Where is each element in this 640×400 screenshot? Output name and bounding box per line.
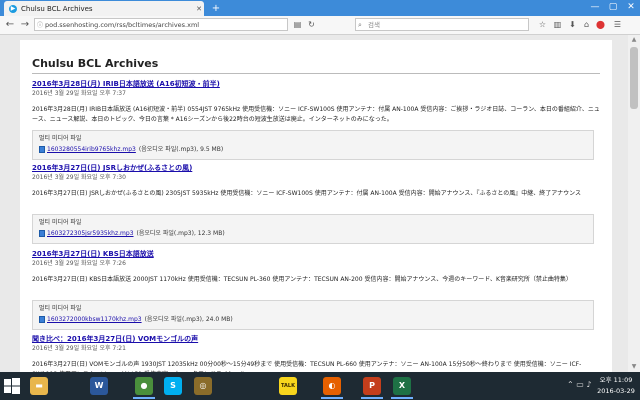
address-bar[interactable]: ⓘ pod.ssenhosting.com/rss/bcltimes/archi…	[34, 18, 288, 31]
media-file-meta: (음오디오 파일(.mp3), 9.5 MB)	[138, 146, 224, 153]
page-title: Chulsu BCL Archives	[32, 57, 159, 70]
search-placeholder: 검색	[368, 21, 380, 29]
new-tab-button[interactable]: +	[210, 3, 222, 14]
info-icon: ⓘ	[37, 22, 44, 29]
clock-time: 오후 11:09	[599, 376, 633, 384]
menu-icon[interactable]: ☰	[611, 18, 624, 31]
tab-title: Chulsu BCL Archives	[21, 4, 93, 13]
firefox-icon[interactable]: ◐	[323, 377, 341, 395]
system-tray-icons[interactable]: ⌃ ▭ ♪	[567, 380, 591, 389]
clock[interactable]: 오후 11:09 2016-03-29	[595, 375, 637, 397]
entry-date: 2016년 3월 29일 화요일 오후 7:21	[32, 345, 126, 352]
audio-file-icon	[39, 146, 45, 153]
media-icon[interactable]: ◎	[194, 377, 212, 395]
close-tab-icon[interactable]: ✕	[194, 5, 204, 13]
entry-description: 2016年3月27日(日) VOMモンゴルの声 1930JST 12035kHz…	[32, 361, 582, 372]
skype-icon[interactable]: S	[164, 377, 182, 395]
library-icon[interactable]: ▥	[551, 18, 564, 31]
entry-title-link[interactable]: 2016年3月27日(日) JSRしおかぜ(ふるさとの風)	[32, 163, 600, 173]
media-box: 멀티 미디어 파일 1603272305jsr5935khz.mp3 (음오디오…	[32, 214, 594, 244]
entry-title-link[interactable]: 2016年3月28日(月) IRIB日本語放送 (A16初短波・前半)	[32, 79, 600, 89]
media-file-link[interactable]: 1603272305jsr5935khz.mp3	[47, 228, 134, 239]
scroll-down-icon[interactable]: ▼	[628, 362, 640, 372]
active-app-indicator	[391, 397, 413, 399]
bookmark-star-icon[interactable]: ☆	[536, 18, 549, 31]
media-box: 멀티 미디어 파일 1603272000kbsw1170khz.mp3 (음오디…	[32, 300, 594, 330]
media-file-link[interactable]: 1603280554irib9765khz.mp3	[47, 144, 136, 155]
page-viewport: Chulsu BCL Archives 2016年3月28日(月) IRIB日本…	[0, 35, 628, 372]
file-explorer-icon[interactable]: ▬	[30, 377, 48, 395]
media-box: 멀티 미디어 파일 1603280554irib9765khz.mp3 (음오디…	[32, 130, 594, 160]
media-label: 멀티 미디어 파일	[39, 135, 82, 142]
download-icon[interactable]: ⬇	[566, 18, 579, 31]
entry-description: 2016年3月28日(月) IRIB日本語放送 (A16初短波・前半) 0554…	[32, 106, 600, 123]
reader-icon[interactable]: ▤	[291, 18, 304, 31]
taskbar: ▬ W ● S ◎ TALK ◐ P X ⌃ ▭ ♪ 오후 11:09 2016-03-29	[0, 372, 640, 400]
home-icon[interactable]: ⌂	[580, 18, 593, 31]
media-label: 멀티 미디어 파일	[39, 305, 82, 312]
maximize-icon[interactable]: ▢	[604, 0, 622, 14]
entry-title-link[interactable]: 聞き比べ：2016年3月27日(日) VOMモンゴルの声	[32, 334, 600, 344]
tab-active[interactable]: ▶ Chulsu BCL Archives ✕	[4, 1, 204, 16]
search-icon: ⌕	[358, 21, 362, 29]
entry-date: 2016년 3월 29일 화요일 오후 7:30	[32, 174, 126, 181]
entry: 聞き比べ：2016年3月27日(日) VOMモンゴルの声 2016년 3월 29…	[32, 334, 600, 372]
audio-file-icon	[39, 316, 45, 323]
reload-icon[interactable]: ↻	[305, 18, 318, 31]
title-divider	[32, 73, 600, 74]
media-file-link[interactable]: 1603272000kbsw1170khz.mp3	[47, 314, 142, 325]
excel-icon[interactable]: X	[393, 377, 411, 395]
media-file-meta: (음오디오 파일(.mp3), 24.0 MB)	[144, 316, 233, 323]
podcast-icon: ▶	[9, 4, 17, 13]
active-app-indicator	[133, 397, 155, 399]
kakaotalk-icon[interactable]: TALK	[279, 377, 297, 395]
adblock-icon[interactable]: ⬤	[594, 18, 607, 31]
clock-date: 2016-03-29	[597, 387, 635, 395]
scrollbar-thumb[interactable]	[630, 47, 638, 109]
vertical-scrollbar[interactable]: ▲ ▼	[628, 35, 640, 372]
media-label: 멀티 미디어 파일	[39, 219, 82, 226]
windows-start-icon[interactable]	[4, 378, 20, 394]
search-input[interactable]: ⌕ 검색	[355, 18, 529, 31]
powerpoint-icon[interactable]: P	[363, 377, 381, 395]
chrome-icon[interactable]: ●	[135, 377, 153, 395]
active-app-indicator	[361, 397, 383, 399]
word-icon[interactable]: W	[90, 377, 108, 395]
entry-description: 2016年3月27日(日) JSRしおかぜ(ふるさとの風) 2305JST 59…	[32, 190, 582, 197]
entry-description: 2016年3月27日(日) KBS日本語放送 2000JST 1170kHz 使…	[32, 276, 572, 283]
entry-title-link[interactable]: 2016年3月27日(日) KBS日本語放送	[32, 249, 600, 259]
forward-button[interactable]: →	[18, 18, 32, 32]
entry-date: 2016년 3월 29일 화요일 오후 7:26	[32, 260, 126, 267]
url-text: pod.ssenhosting.com/rss/bcltimes/archive…	[45, 21, 200, 29]
minimize-icon[interactable]: —	[586, 0, 604, 14]
entry: 2016年3月27日(日) JSRしおかぜ(ふるさとの風) 2016년 3월 2…	[32, 163, 600, 244]
audio-file-icon	[39, 230, 45, 237]
entry-date: 2016년 3월 29일 화요일 오후 7:37	[32, 90, 126, 97]
entry: 2016年3月28日(月) IRIB日本語放送 (A16初短波・前半) 2016…	[32, 79, 600, 160]
media-file-meta: (음오디오 파일(.mp3), 12.3 MB)	[136, 230, 225, 237]
browser-window: ▶ Chulsu BCL Archives ✕ + — ▢ ✕ ← → ⓘ po…	[0, 0, 640, 372]
entry: 2016年3月27日(日) KBS日本語放送 2016년 3월 29일 화요일 …	[32, 249, 600, 330]
archive-page: Chulsu BCL Archives 2016年3月28日(月) IRIB日本…	[20, 40, 612, 372]
scroll-up-icon[interactable]: ▲	[628, 35, 640, 45]
nav-bar: ← → ⓘ pod.ssenhosting.com/rss/bcltimes/a…	[0, 16, 640, 35]
active-app-indicator	[321, 397, 343, 399]
back-button[interactable]: ←	[3, 18, 17, 32]
close-window-icon[interactable]: ✕	[622, 0, 640, 14]
tab-bar: ▶ Chulsu BCL Archives ✕ + — ▢ ✕	[0, 0, 640, 16]
